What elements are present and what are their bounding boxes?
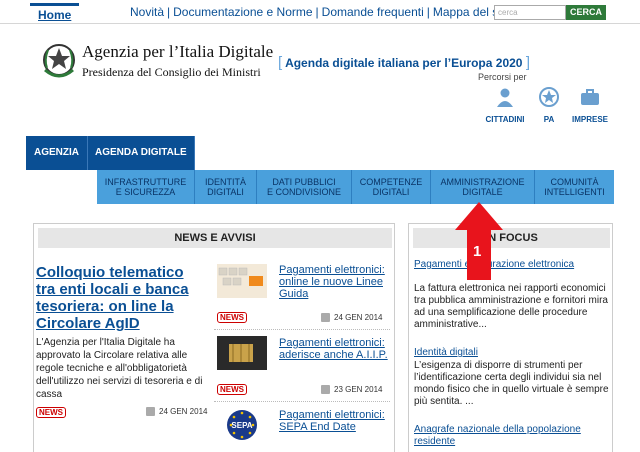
sub-navigation: INFRASTRUTTURE E SICUREZZA IDENTITÀ DIGITA… [97, 170, 614, 204]
subnav-line: DIGITALI [207, 187, 244, 197]
agenda-link-text: Agenda digitale italiana per l’Europa 20… [285, 56, 523, 70]
main-navigation: AGENZIA AGENDA DIGITALE [26, 136, 195, 170]
focus-panel: IN FOCUS Pagamenti e fatturazione elettr… [408, 223, 613, 452]
focus-item-text: La fattura elettronica nei rapporti econ… [414, 283, 608, 330]
subnav-comunita[interactable]: COMUNITÀ INTELLIGENTI [535, 170, 614, 204]
agenda-digitale-link[interactable]: [ Agenda digitale italiana per l’Europa … [278, 54, 530, 71]
subnav-line: INFRASTRUTTURE [104, 177, 187, 187]
divider [214, 329, 390, 330]
subnav-line: DATI PUBBLICI [272, 177, 336, 187]
subnav-line: COMUNITÀ [550, 177, 599, 187]
focus-item-title[interactable]: Pagamenti e fatturazione elettronica [414, 259, 609, 271]
sepa-thumbnail-icon[interactable]: SEPA [217, 408, 267, 442]
subnav-line: COMPETENZE [359, 177, 423, 187]
subnav-amministrazione[interactable]: AMMINISTRAZIONE DIGITALE [431, 170, 535, 204]
home-link[interactable]: Home [30, 3, 80, 22]
persona-label: IMPRESE [571, 115, 608, 124]
subnav-line: INTELLIGENTI [544, 187, 605, 197]
news-panel: NEWS E AVVISI Colloquio telematico tra e… [33, 223, 395, 452]
persona-imprese[interactable]: IMPRESE [563, 86, 617, 124]
citizen-icon [497, 88, 513, 107]
news-badge: NEWS [217, 312, 247, 323]
svg-text:SEPA: SEPA [231, 421, 252, 430]
percorsi-label: Percorsi per [478, 72, 527, 82]
focus-item-title[interactable]: Identità digitali [414, 347, 609, 359]
top-navigation: Home Novità | Documentazione e Norme | Doman… [0, 0, 640, 24]
divider [214, 401, 390, 402]
subnav-line: E CONDIVISIONE [266, 187, 341, 197]
calendar-icon [146, 407, 155, 417]
news-item-title[interactable]: Pagamenti elettronici: aderisce anche A.… [279, 337, 394, 361]
search-button[interactable]: CERCA [566, 5, 606, 20]
tab-agenzia[interactable]: AGENZIA [26, 136, 88, 170]
lead-news-title[interactable]: Colloquio telematico tra enti locali e b… [36, 264, 206, 332]
news-badge: NEWS [217, 384, 247, 395]
subnav-line: E SICUREZZA [115, 187, 176, 197]
separator: | [315, 5, 319, 19]
focus-header: IN FOCUS [413, 228, 610, 248]
italian-emblem-icon[interactable] [40, 40, 78, 80]
subnav-line: AMMINISTRAZIONE [440, 177, 525, 187]
subnav-line: DIGITALI [372, 187, 410, 197]
lead-news-text: L'Agenzia per l'Italia Digitale ha appro… [36, 337, 203, 400]
chip-thumbnail-icon[interactable] [217, 336, 267, 370]
top-links: Novità | Documentazione e Norme | Domande fr… [130, 5, 511, 19]
subnav-dati-pubblici[interactable]: DATI PUBBLICI E CONDIVISIONE [257, 170, 352, 204]
news-badge: NEWS [36, 407, 66, 418]
top-link-documentazione[interactable]: Documentazione e Norme [173, 5, 312, 19]
calendar-icon [321, 385, 330, 395]
date-text: 24 GEN 2014 [159, 407, 208, 416]
annotation-number: 1 [473, 243, 482, 260]
news-date: 23 GEN 2014 [321, 385, 383, 395]
tab-agenda-digitale[interactable]: AGENDA DIGITALE [88, 136, 195, 170]
news-item-title[interactable]: Pagamenti elettronici: online le nuove L… [279, 264, 394, 300]
news-header: NEWS E AVVISI [38, 228, 392, 248]
bracket-left: [ [278, 54, 283, 71]
news-item-title[interactable]: Pagamenti elettronici: SEPA End Date [279, 409, 394, 433]
news-date: 24 GEN 2014 [321, 313, 383, 323]
separator: | [167, 5, 171, 19]
date-text: 24 GEN 2014 [334, 313, 383, 322]
news-date: 24 GEN 2014 [146, 407, 208, 417]
calendar-icon [321, 313, 330, 323]
search-input[interactable]: cerca [494, 5, 566, 20]
red-arrow-annotation-icon [455, 202, 503, 280]
subnav-infrastrutture[interactable]: INFRASTRUTTURE E SICUREZZA [97, 170, 195, 204]
subnav-competenze[interactable]: COMPETENZE DIGITALI [352, 170, 431, 204]
briefcase-icon [581, 89, 599, 105]
top-link-novita[interactable]: Novità [130, 5, 164, 19]
subnav-line: DIGITALE [462, 187, 503, 197]
focus-item-text: L’esigenza di disporre di strumenti per … [414, 360, 609, 407]
subnav-line: IDENTITÀ [204, 177, 246, 187]
focus-item-title[interactable]: Anagrafe nazionale della popolazione res… [414, 424, 609, 448]
separator: | [426, 5, 430, 19]
agency-title[interactable]: Agenzia per l’Italia Digitale [82, 42, 273, 62]
keyboard-thumbnail-icon[interactable] [217, 264, 267, 298]
bracket-right: ] [525, 54, 530, 71]
subnav-identita[interactable]: IDENTITÀ DIGITALI [195, 170, 257, 204]
top-link-faq[interactable]: Domande frequenti [322, 5, 424, 19]
emblem-small-icon [539, 87, 559, 107]
agency-subtitle: Presidenza del Consiglio dei Ministri [82, 65, 261, 79]
date-text: 23 GEN 2014 [334, 385, 383, 394]
